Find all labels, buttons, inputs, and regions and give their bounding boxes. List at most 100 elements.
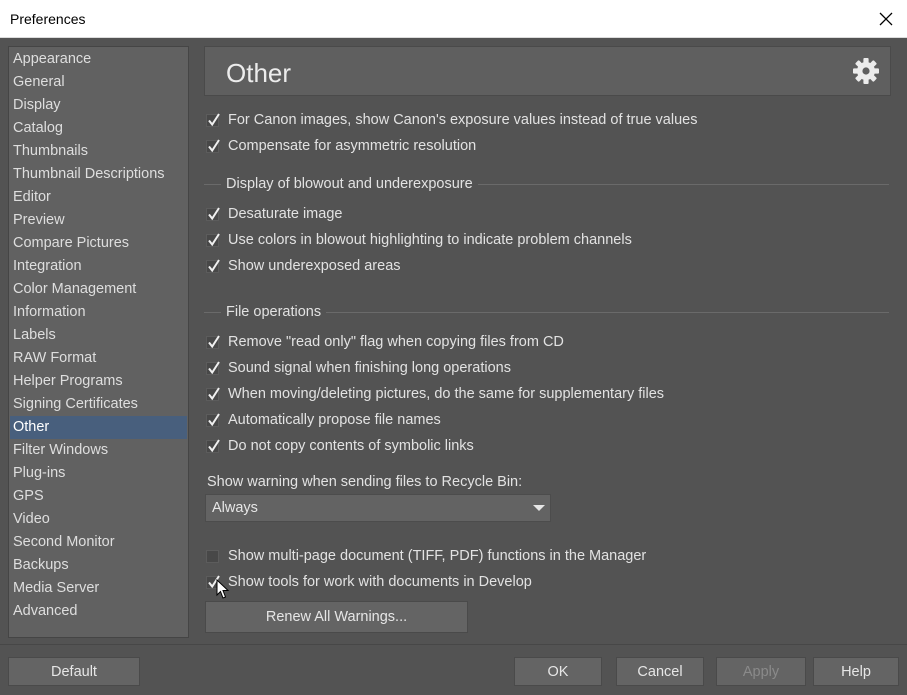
renew-warnings-button[interactable]: Renew All Warnings... [205, 601, 468, 633]
checkbox-label: Show multi-page document (TIFF, PDF) fun… [228, 548, 647, 564]
checkmark-icon [208, 232, 220, 246]
sidebar-item-thumbnails[interactable]: Thumbnails [10, 140, 187, 163]
group-divider [204, 311, 221, 313]
sidebar-item-helper-programs[interactable]: Helper Programs [10, 370, 187, 393]
group-divider [204, 183, 221, 185]
footer-divider [0, 644, 907, 645]
checkmark-icon [208, 412, 220, 426]
sidebar-item-compare-pictures[interactable]: Compare Pictures [10, 232, 187, 255]
sidebar-item-labels[interactable]: Labels [10, 324, 187, 347]
checkbox-box[interactable] [206, 574, 220, 589]
checkbox-label: When moving/deleting pictures, do the sa… [228, 386, 665, 402]
sidebar-item-information[interactable]: Information [10, 301, 187, 324]
checkbox-propose-names[interactable]: Automatically propose file names [206, 410, 441, 430]
category-list[interactable]: Appearance General Display Catalog Thumbnail… [8, 46, 189, 638]
group-title: File operations [226, 304, 322, 320]
checkbox-label: Desaturate image [228, 206, 343, 222]
checkbox-underexposed[interactable]: Show underexposed areas [206, 256, 401, 276]
chevron-down-icon [533, 505, 545, 511]
checkbox-label: Do not copy contents of symbolic links [228, 438, 474, 454]
sidebar-item-gps[interactable]: GPS [10, 485, 187, 508]
dialog-body: Appearance General Display Catalog Thumbnail… [0, 38, 907, 695]
ok-button[interactable]: OK [514, 657, 602, 686]
checkbox-box[interactable] [206, 206, 220, 221]
checkmark-icon [208, 438, 220, 452]
sidebar-item-integration[interactable]: Integration [10, 255, 187, 278]
sidebar-item-catalog[interactable]: Catalog [10, 117, 187, 140]
checkbox-remove-readonly[interactable]: Remove "read only" flag when copying fil… [206, 332, 564, 352]
checkbox-box[interactable] [206, 360, 220, 375]
default-button[interactable]: Default [8, 657, 140, 686]
sidebar-item-advanced[interactable]: Advanced [10, 600, 187, 623]
checkbox-box[interactable] [206, 438, 220, 453]
checkmark-icon [208, 112, 220, 126]
checkbox-box[interactable] [206, 549, 219, 563]
checkmark-icon [208, 386, 220, 400]
checkbox-label: Use colors in blowout highlighting to in… [228, 232, 632, 248]
checkbox-box[interactable] [206, 258, 220, 273]
sidebar-item-filter-windows[interactable]: Filter Windows [10, 439, 187, 462]
checkbox-sound-signal[interactable]: Sound signal when finishing long operati… [206, 358, 511, 378]
recycle-warning-select[interactable]: Always [205, 494, 551, 522]
sidebar-item-color-management[interactable]: Color Management [10, 278, 187, 301]
checkbox-box[interactable] [206, 412, 220, 427]
checkmark-icon [208, 574, 220, 588]
group-file-operations: File operations [204, 302, 889, 322]
checkbox-canon-exposure[interactable]: For Canon images, show Canon's exposure … [206, 110, 697, 130]
group-divider [326, 311, 889, 313]
checkbox-box[interactable] [206, 112, 220, 127]
checkbox-multipage-manager[interactable]: Show multi-page document (TIFF, PDF) fun… [206, 546, 646, 566]
title-bar: Preferences [0, 0, 907, 38]
checkbox-blowout-colors[interactable]: Use colors in blowout highlighting to in… [206, 230, 632, 250]
checkbox-label: For Canon images, show Canon's exposure … [228, 112, 698, 128]
window-title: Preferences [10, 11, 86, 27]
checkmark-icon [208, 206, 220, 220]
checkbox-label: Sound signal when finishing long operati… [228, 360, 511, 376]
page-title: Other [226, 58, 292, 88]
sidebar-item-editor[interactable]: Editor [10, 186, 187, 209]
checkbox-box[interactable] [206, 232, 220, 247]
sidebar-item-media-server[interactable]: Media Server [10, 577, 187, 600]
help-button[interactable]: Help [813, 657, 899, 686]
checkmark-icon [208, 138, 220, 152]
checkbox-label: Remove "read only" flag when copying fil… [228, 334, 564, 350]
sidebar-item-video[interactable]: Video [10, 508, 187, 531]
checkbox-label: Show tools for work with documents in De… [228, 574, 532, 590]
sidebar-item-second-monitor[interactable]: Second Monitor [10, 531, 187, 554]
sidebar-item-raw-format[interactable]: RAW Format [10, 347, 187, 370]
group-divider [477, 183, 889, 185]
close-button[interactable] [873, 6, 899, 32]
checkbox-box[interactable] [206, 386, 220, 401]
checkmark-icon [208, 258, 220, 272]
sidebar-item-preview[interactable]: Preview [10, 209, 187, 232]
checkbox-box[interactable] [206, 138, 220, 153]
cancel-button[interactable]: Cancel [616, 657, 704, 686]
recycle-warning-label: Show warning when sending files to Recyc… [207, 474, 523, 490]
sidebar-item-appearance[interactable]: Appearance [10, 48, 187, 71]
checkbox-box[interactable] [206, 334, 220, 349]
checkbox-desaturate[interactable]: Desaturate image [206, 204, 342, 224]
sidebar-item-signing-certificates[interactable]: Signing Certificates [10, 393, 187, 416]
checkbox-label: Show underexposed areas [228, 258, 401, 274]
checkbox-label: Automatically propose file names [228, 412, 441, 428]
page-header: Other [204, 46, 891, 96]
select-value: Always [212, 500, 258, 516]
group-title: Display of blowout and underexposure [226, 176, 473, 192]
sidebar-item-plug-ins[interactable]: Plug-ins [10, 462, 187, 485]
gear-icon [853, 58, 879, 84]
sidebar-item-other[interactable]: Other [10, 416, 187, 439]
checkmark-icon [208, 334, 220, 348]
checkbox-asymmetric-resolution[interactable]: Compensate for asymmetric resolution [206, 136, 476, 156]
checkbox-supplementary-files[interactable]: When moving/deleting pictures, do the sa… [206, 384, 664, 404]
sidebar-item-general[interactable]: General [10, 71, 187, 94]
sidebar-item-thumbnail-descriptions[interactable]: Thumbnail Descriptions [10, 163, 187, 186]
checkbox-symbolic-links[interactable]: Do not copy contents of symbolic links [206, 436, 474, 456]
sidebar-item-display[interactable]: Display [10, 94, 187, 117]
close-icon [879, 12, 893, 26]
group-blowout: Display of blowout and underexposure [204, 174, 889, 194]
checkbox-document-tools[interactable]: Show tools for work with documents in De… [206, 572, 532, 592]
apply-button[interactable]: Apply [716, 657, 806, 686]
checkbox-label: Compensate for asymmetric resolution [228, 138, 477, 154]
sidebar-item-backups[interactable]: Backups [10, 554, 187, 577]
checkmark-icon [208, 360, 220, 374]
